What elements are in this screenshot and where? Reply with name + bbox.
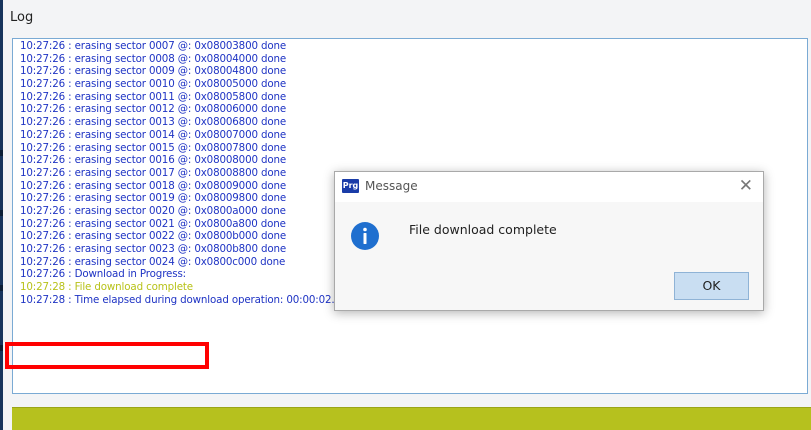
- log-line: 10:27:26 : erasing sector 0023 @: 0x0800…: [20, 243, 287, 255]
- info-icon: [351, 222, 379, 250]
- left-edge-marker: [0, 345, 3, 351]
- log-line: 10:27:26 : Download in Progress:: [20, 268, 186, 281]
- log-line: 10:27:26 : erasing sector 0021 @: 0x0800…: [20, 217, 286, 230]
- highlight-annotation: [5, 342, 209, 369]
- log-lines: 10:27:26 : erasing sector 0007 @: 0x0800…: [20, 40, 354, 306]
- log-line: 10:27:28 : Time elapsed during download …: [20, 293, 354, 306]
- log-line: 10:27:26 : erasing sector 0020 @: 0x0800…: [20, 204, 286, 217]
- log-line: 10:27:26 : erasing sector 0008 @: 0x0800…: [20, 52, 287, 65]
- log-line: 10:27:26 : erasing sector 0010 @: 0x0800…: [20, 78, 287, 91]
- left-edge-marker: [0, 210, 3, 216]
- log-line: 10:27:26 : erasing sector 0015 @: 0x0800…: [20, 141, 287, 154]
- log-line: 10:27:26 : erasing sector 0022 @: 0x0800…: [20, 230, 287, 243]
- left-edge-marker: [0, 150, 3, 156]
- log-line: 10:27:26 : erasing sector 0012 @: 0x0800…: [20, 103, 287, 116]
- dialog-titlebar: Prg Message ✕: [335, 172, 763, 202]
- log-line: 10:27:26 : erasing sector 0019 @: 0x0800…: [20, 192, 287, 205]
- log-line-success: 10:27:28 : File download complete: [20, 281, 193, 294]
- dialog-message: File download complete: [409, 222, 557, 237]
- log-line: 10:27:26 : erasing sector 0024 @: 0x0800…: [20, 255, 286, 268]
- log-line: 10:27:26 : erasing sector 0011 @: 0x0800…: [20, 90, 287, 103]
- log-line: 10:27:26 : erasing sector 0013 @: 0x0800…: [20, 116, 287, 129]
- ok-button[interactable]: OK: [674, 272, 749, 300]
- left-edge-marker: [0, 285, 3, 291]
- log-line: 10:27:26 : erasing sector 0016 @: 0x0800…: [20, 154, 287, 167]
- close-icon[interactable]: ✕: [739, 176, 753, 196]
- log-line: 10:27:26 : erasing sector 0007 @: 0x0800…: [20, 40, 287, 52]
- app-icon: Prg: [342, 179, 359, 193]
- log-line: 10:27:26 : erasing sector 0017 @: 0x0800…: [20, 166, 287, 179]
- log-title: Log: [10, 10, 34, 25]
- dialog-title: Message: [365, 179, 418, 193]
- log-line: 10:27:26 : erasing sector 0014 @: 0x0800…: [20, 128, 287, 141]
- log-line: 10:27:26 : erasing sector 0018 @: 0x0800…: [20, 179, 287, 192]
- message-dialog: Prg Message ✕ File download complete OK: [334, 171, 764, 311]
- progress-bar: [12, 407, 811, 430]
- app-window: Log 10:27:26 : erasing sector 0007 @: 0x…: [0, 0, 811, 430]
- log-line: 10:27:26 : erasing sector 0009 @: 0x0800…: [20, 65, 287, 78]
